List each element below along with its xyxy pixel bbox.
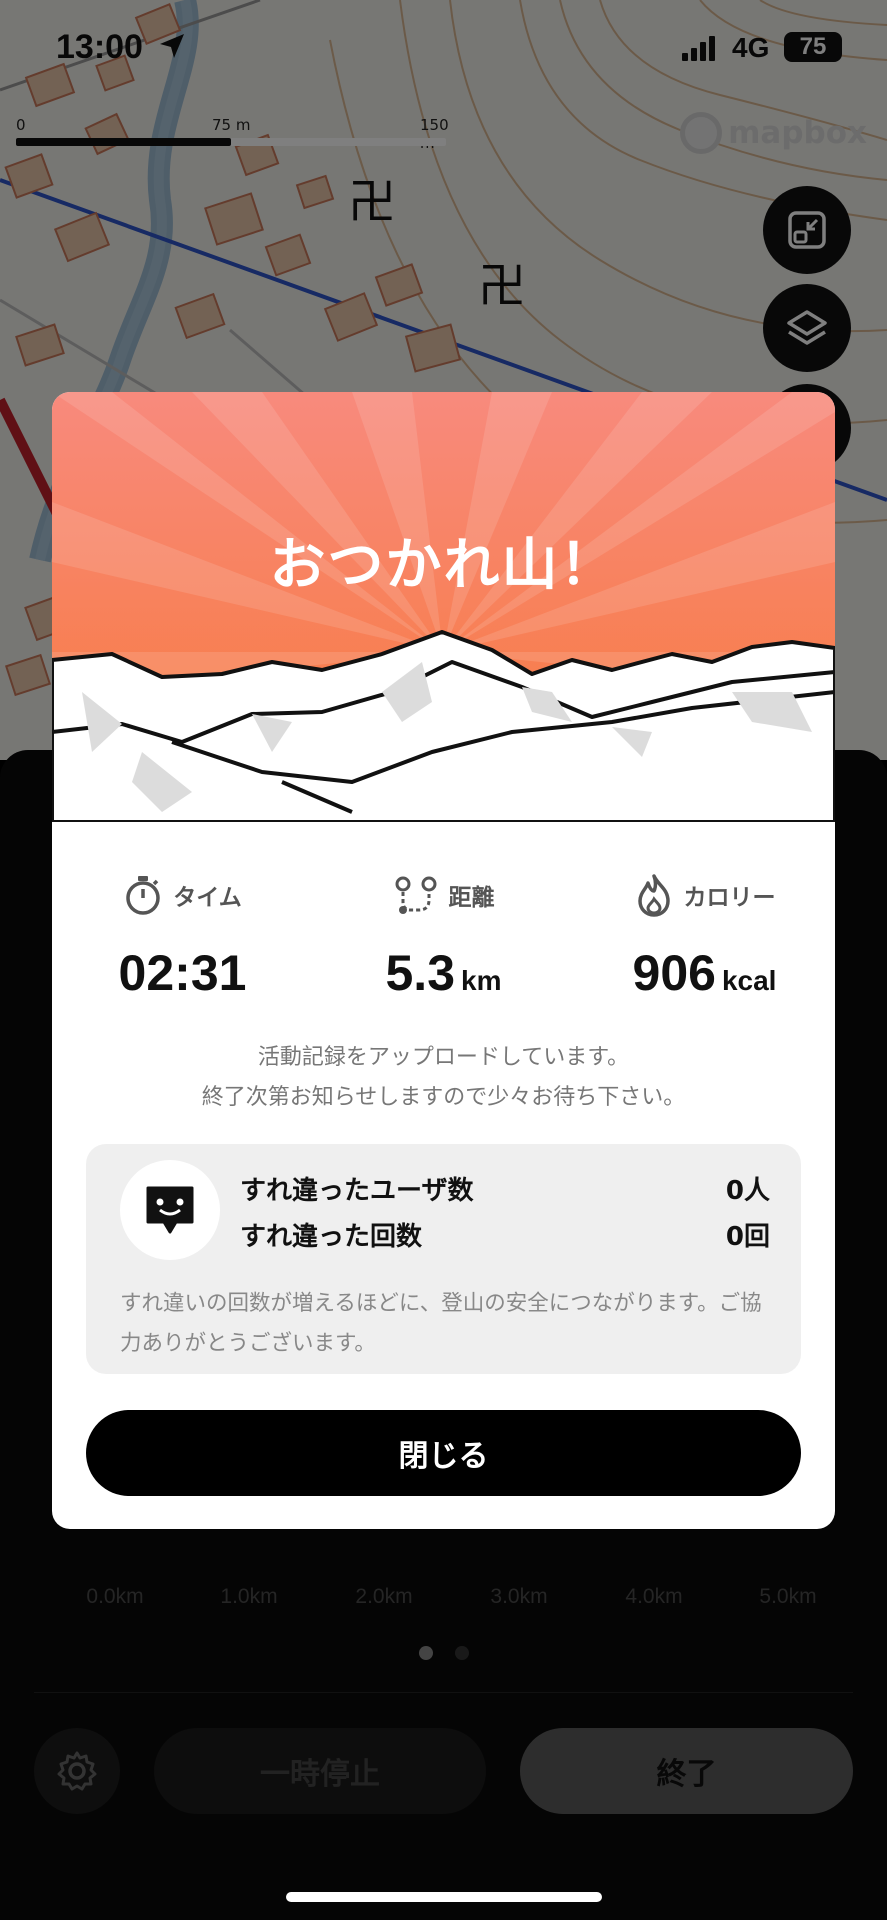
- encounter-users-row: すれ違ったユーザ数 0人: [240, 1170, 770, 1207]
- stat-time: タイム 02:31: [52, 872, 313, 1002]
- encounter-users-label: すれ違ったユーザ数: [240, 1176, 474, 1206]
- stat-distance-value: 5.3: [385, 945, 456, 1001]
- stopwatch-icon: [126, 876, 160, 915]
- home-indicator[interactable]: [286, 1892, 602, 1902]
- stat-calories-label: カロリー: [683, 885, 776, 911]
- encounter-count-value: 0回: [725, 1222, 770, 1252]
- stat-distance-unit: km: [461, 965, 502, 996]
- route-icon: [395, 876, 436, 914]
- stat-calories: カロリー 906 kcal: [574, 872, 835, 1002]
- stat-distance-label: 距離: [448, 885, 495, 911]
- encounter-card: すれ違ったユーザ数 0人 すれ違った回数 0回 すれ違いの回数が増えるほどに、登…: [86, 1144, 801, 1374]
- stat-time-label: タイム: [173, 885, 242, 911]
- activity-stats: タイム 02:31 距離 5.3 km カロリー 906 kcal: [52, 872, 835, 1002]
- encounter-avatar: [120, 1160, 220, 1260]
- upload-message-line1: 活動記録をアップロードしています。: [257, 1045, 630, 1070]
- stat-calories-value: 906: [632, 945, 716, 1001]
- encounter-note: すれ違いの回数が増えるほどに、登山の安全につながります。ご協力ありがとうございま…: [120, 1291, 762, 1356]
- stat-calories-unit: kcal: [721, 965, 777, 996]
- stat-time-value: 02:31: [118, 945, 247, 1001]
- encounter-count-label: すれ違った回数: [240, 1222, 423, 1252]
- flame-icon: [637, 874, 670, 917]
- stat-distance: 距離 5.3 km: [313, 872, 574, 1002]
- completion-modal: おつかれ山！ タイム 02:31 距離 5.3 km カロリー 906 kcal…: [52, 392, 835, 1529]
- hero-banner: おつかれ山！: [52, 392, 835, 822]
- encounter-face-icon: [146, 1186, 194, 1234]
- close-button[interactable]: 閉じる: [86, 1410, 801, 1496]
- modal-title: おつかれ山！: [269, 533, 618, 598]
- upload-message-line2: 終了次第お知らせしますので少々お待ち下さい。: [201, 1085, 686, 1110]
- upload-message: 活動記録をアップロードしています。 終了次第お知らせしますので少々お待ち下さい。: [52, 1038, 835, 1118]
- mountain-illustration: [52, 392, 835, 822]
- encounter-users-value: 0人: [725, 1176, 770, 1206]
- encounter-count-row: すれ違った回数 0回: [240, 1216, 770, 1253]
